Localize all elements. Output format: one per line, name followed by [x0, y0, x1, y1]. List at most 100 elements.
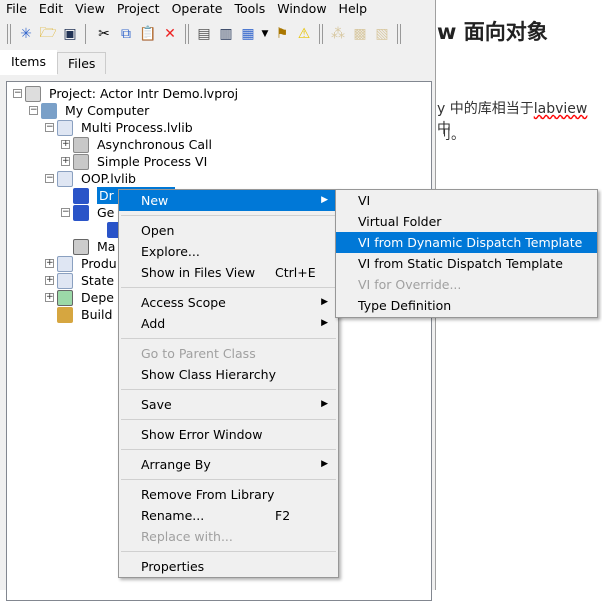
menu-item-vi-for-override: VI for Override... [336, 274, 597, 295]
menu-item-open[interactable]: Open [119, 220, 338, 241]
library-icon [57, 120, 73, 136]
menu-bar: File Edit View Project Operate Tools Window Hel… [0, 0, 436, 18]
menu-item-new[interactable]: New ▶ [119, 190, 338, 211]
menu-item-access-scope[interactable]: Access Scope ▶ [119, 292, 338, 313]
submenu-arrow-icon: ▶ [321, 318, 328, 328]
menu-item-label: Go to Parent Class [141, 346, 256, 361]
menu-item-save[interactable]: Save ▶ [119, 394, 338, 415]
menu-item-show-class-hierarchy[interactable]: Show Class Hierarchy [119, 364, 338, 385]
menu-separator [119, 211, 338, 220]
menu-item-label: Show in Files View [141, 265, 256, 280]
menu-separator [119, 547, 338, 556]
build-icon [57, 307, 73, 323]
tree-item[interactable]: + Simple Process VI [7, 153, 427, 170]
toolbar-separator [85, 24, 89, 44]
menu-item-label: VI from Static Dispatch Template [358, 256, 563, 271]
new-icon[interactable]: ✳ [16, 24, 36, 44]
tree-item-label: Multi Process.lvlib [81, 120, 193, 135]
menu-item-label: Save [141, 397, 172, 412]
collapse-icon[interactable]: − [29, 106, 38, 115]
tree-item[interactable]: + Asynchronous Call [7, 136, 427, 153]
expand-icon[interactable]: + [61, 157, 70, 166]
new-submenu: VI Virtual Folder VI from Dynamic Dispatch… [335, 189, 598, 318]
collapse-icon[interactable]: − [13, 89, 22, 98]
toolbar-grip[interactable] [7, 24, 11, 44]
menu-item-rename[interactable]: Rename... F2 [119, 505, 338, 526]
menu-item-add[interactable]: Add ▶ [119, 313, 338, 334]
menu-separator [119, 283, 338, 292]
expand-icon[interactable]: + [45, 259, 54, 268]
menu-window[interactable]: Window [271, 0, 332, 18]
copy-icon[interactable]: ⧉ [116, 24, 136, 44]
menu-item-arrange-by[interactable]: Arrange By ▶ [119, 454, 338, 475]
save-project-icon[interactable]: ▥ [216, 24, 236, 44]
menu-item-vi-from-static-dispatch-template[interactable]: VI from Static Dispatch Template [336, 253, 597, 274]
menu-view[interactable]: View [69, 0, 111, 18]
menu-item-show-in-files-view[interactable]: Show in Files View Ctrl+E [119, 262, 338, 283]
tree-item-label: My Computer [65, 103, 150, 118]
menu-item-explore[interactable]: Explore... [119, 241, 338, 262]
expand-icon[interactable]: + [45, 276, 54, 285]
build-spec-icon[interactable]: ⚑ [272, 24, 292, 44]
tab-items[interactable]: Items [0, 50, 57, 75]
paste-icon[interactable]: 📋 [138, 24, 158, 44]
tree-item-label: Ma [97, 239, 116, 254]
tree-item-label: Ge [97, 205, 115, 220]
menu-item-vi-from-dynamic-dispatch-template[interactable]: VI from Dynamic Dispatch Template [336, 232, 597, 253]
project-icon [25, 86, 41, 102]
tree-item[interactable]: − My Computer [7, 102, 427, 119]
menu-item-label: Type Definition [358, 298, 452, 313]
tree-item-label: Asynchronous Call [97, 137, 213, 152]
menu-tools[interactable]: Tools [228, 0, 271, 18]
menu-item-label: Access Scope [141, 295, 226, 310]
collapse-icon[interactable]: − [45, 174, 54, 183]
class-icon [73, 188, 89, 204]
expand-icon[interactable]: + [45, 293, 54, 302]
collapse-icon[interactable]: − [45, 123, 54, 132]
menu-project[interactable]: Project [111, 0, 166, 18]
tree-item-label: Simple Process VI [97, 154, 208, 169]
menu-item-show-error-window[interactable]: Show Error Window [119, 424, 338, 445]
cut-icon[interactable]: ✂ [94, 24, 114, 44]
submenu-arrow-icon: ▶ [321, 195, 328, 205]
tree-item[interactable]: − Project: Actor Intr Demo.lvproj [7, 85, 427, 102]
tree-item-label: Project: Actor Intr Demo.lvproj [49, 86, 239, 101]
open-folder-icon[interactable]: 🗁 [38, 24, 58, 44]
package-export-icon: ▧ [375, 26, 389, 42]
delete-icon[interactable]: ✕ [160, 24, 180, 44]
expand-icon[interactable]: + [61, 140, 70, 149]
menu-item-label: Virtual Folder [358, 214, 442, 229]
vi-icon [73, 239, 89, 255]
menu-item-remove-from-library[interactable]: Remove From Library [119, 484, 338, 505]
tree-item[interactable]: − OOP.lvlib [7, 170, 427, 187]
menu-item-vi[interactable]: VI [336, 190, 597, 211]
computer-icon [41, 103, 57, 119]
tree-item-label: Depe [81, 290, 114, 305]
menu-file[interactable]: File [0, 0, 33, 18]
save-all-icon[interactable]: ▣ [60, 24, 80, 44]
menu-item-virtual-folder[interactable]: Virtual Folder [336, 211, 597, 232]
toolbar-grip[interactable] [185, 24, 189, 44]
dropdown-arrow-icon[interactable]: ▼ [260, 24, 270, 44]
menu-edit[interactable]: Edit [33, 0, 69, 18]
submenu-arrow-icon: ▶ [321, 459, 328, 469]
view-icon[interactable]: ▦ [238, 24, 258, 44]
tab-files[interactable]: Files [56, 52, 107, 74]
doc-link-labview[interactable]: labview [534, 101, 588, 117]
library-icon [57, 273, 73, 289]
project-add-icon[interactable]: ▤ [194, 24, 214, 44]
menu-operate[interactable]: Operate [166, 0, 229, 18]
menu-item-go-to-parent-class: Go to Parent Class [119, 343, 338, 364]
toolbar-grip[interactable] [319, 24, 323, 44]
collapse-icon[interactable]: − [61, 208, 70, 217]
menu-item-type-definition[interactable]: Type Definition [336, 295, 597, 316]
submenu-arrow-icon: ▶ [321, 297, 328, 307]
tree-item-label: OOP.lvlib [81, 171, 136, 186]
tabs: Items Files [0, 50, 107, 75]
menu-help[interactable]: Help [333, 0, 374, 18]
tree-item[interactable]: − Multi Process.lvlib [7, 119, 427, 136]
warning-icon[interactable]: ⚠ [294, 24, 314, 44]
toolbar-grip[interactable] [397, 24, 401, 44]
menu-item-properties[interactable]: Properties [119, 556, 338, 577]
menu-item-label: Properties [141, 559, 205, 574]
